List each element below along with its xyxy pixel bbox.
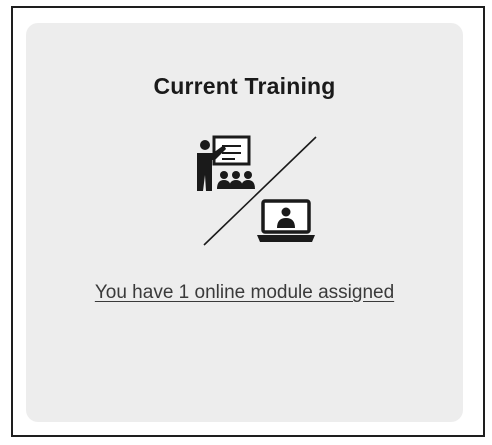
laptop-video-icon [257, 199, 315, 242]
page: Current Training You have 1 online modul… [0, 0, 492, 445]
card-title: Current Training [153, 73, 336, 99]
divider-line [203, 136, 317, 246]
current-training-card: Current Training You have 1 online modul… [26, 23, 463, 422]
classroom-presenter-icon [197, 135, 255, 191]
online-module-link[interactable]: You have 1 online module assigned [26, 282, 463, 304]
